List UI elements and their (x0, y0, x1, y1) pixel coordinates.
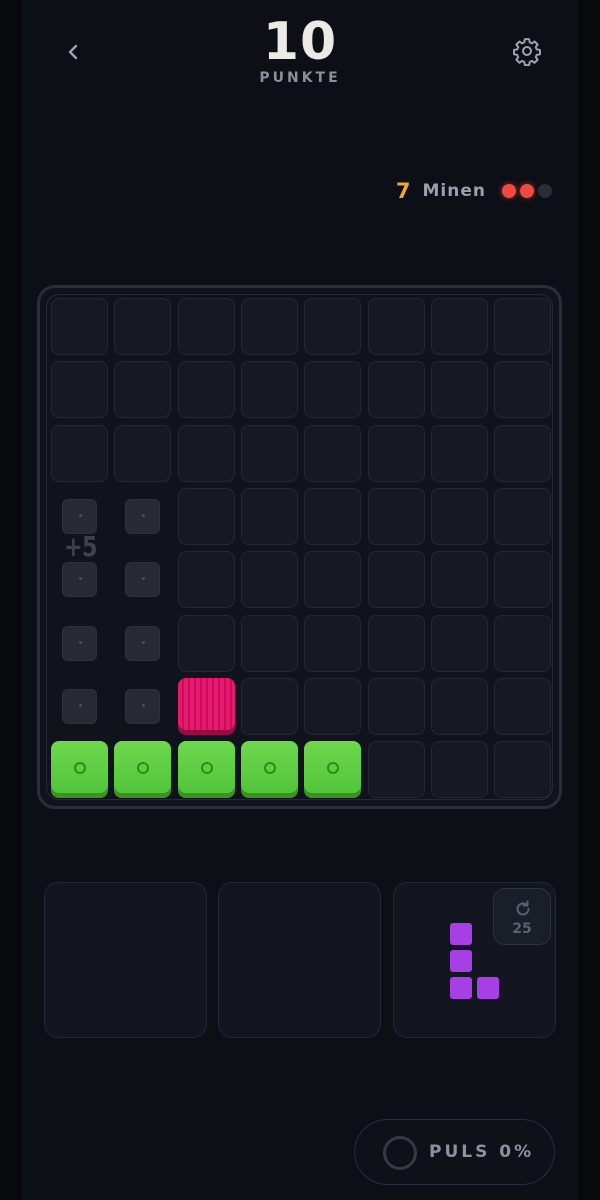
piece-slot-1[interactable] (44, 882, 207, 1038)
board-cell[interactable] (430, 424, 488, 482)
mine-cell[interactable] (51, 678, 108, 735)
board-cell[interactable] (177, 614, 235, 672)
pink-block[interactable] (177, 677, 235, 735)
lives-indicator (502, 184, 556, 198)
green-block[interactable] (177, 741, 235, 799)
board-cell[interactable] (240, 361, 298, 419)
board-cell[interactable] (494, 551, 552, 609)
life-dot (520, 184, 534, 198)
green-block[interactable] (240, 741, 298, 799)
green-block[interactable] (114, 741, 172, 799)
game-board[interactable] (37, 285, 562, 809)
rotate-icon (516, 900, 530, 916)
mine-tile (125, 498, 161, 534)
board-cell[interactable] (494, 741, 552, 799)
board-cell[interactable] (430, 551, 488, 609)
rotate-button[interactable]: 25 (493, 888, 551, 945)
board-cell[interactable] (240, 298, 298, 355)
mine-tile (62, 498, 97, 534)
board-cell[interactable] (304, 487, 362, 545)
life-dot (538, 184, 552, 198)
board-cell[interactable] (240, 487, 298, 545)
mines-label: Minen (422, 181, 486, 201)
pulse-button[interactable]: PULS 0% (354, 1119, 555, 1185)
mine-tile (125, 625, 161, 661)
mine-tile (62, 688, 97, 724)
board-cell[interactable] (177, 361, 235, 419)
board-cell[interactable] (240, 551, 298, 609)
bonus-label: +5 (64, 530, 98, 563)
piece-block (450, 950, 472, 972)
board-cell[interactable] (367, 677, 425, 735)
board-cell[interactable] (51, 424, 108, 482)
board-cell[interactable] (494, 298, 552, 355)
green-block[interactable] (304, 741, 362, 799)
board-cell[interactable] (114, 424, 172, 482)
board-cell[interactable] (430, 677, 488, 735)
board-cell[interactable] (304, 614, 362, 672)
piece-block (450, 923, 472, 945)
piece-slot-3[interactable]: 25 (393, 882, 556, 1038)
board-cell[interactable] (304, 551, 362, 609)
piece-slot-2[interactable] (218, 882, 381, 1038)
board-cell[interactable] (367, 551, 425, 609)
board-cell[interactable] (114, 298, 172, 355)
board-cell[interactable] (177, 424, 235, 482)
mine-cell[interactable] (114, 678, 171, 735)
mine-cell[interactable] (51, 615, 108, 672)
board-cell[interactable] (367, 614, 425, 672)
board-cell[interactable] (177, 487, 235, 545)
mine-cell[interactable] (114, 615, 171, 672)
board-cell[interactable] (304, 677, 362, 735)
board-cell[interactable] (304, 424, 362, 482)
board-cell[interactable] (367, 487, 425, 545)
board-cell[interactable] (177, 298, 235, 355)
piece-block (450, 977, 472, 999)
board-cell[interactable] (367, 298, 425, 355)
green-block[interactable] (51, 741, 108, 799)
mines-indicator: 7 Minen (396, 176, 556, 206)
pulse-label: PULS 0% (429, 1142, 535, 1162)
board-cell[interactable] (494, 677, 552, 735)
board-cell[interactable] (240, 424, 298, 482)
board-cell[interactable] (494, 361, 552, 419)
board-cell[interactable] (367, 741, 425, 799)
board-cell[interactable] (240, 614, 298, 672)
mine-cell[interactable] (114, 551, 171, 608)
mines-count: 7 (395, 179, 411, 203)
board-cell[interactable] (51, 361, 108, 419)
life-dot (502, 184, 516, 198)
board-cell[interactable] (494, 614, 552, 672)
piece-block (477, 977, 499, 999)
board-cell[interactable] (51, 298, 108, 355)
rotate-count: 25 (512, 921, 532, 937)
mine-tile (125, 562, 161, 598)
board-cell[interactable] (304, 361, 362, 419)
mine-tile (62, 562, 97, 598)
board-cell[interactable] (114, 361, 172, 419)
board-cell[interactable] (494, 487, 552, 545)
settings-button[interactable] (504, 28, 550, 74)
gear-icon (513, 38, 541, 66)
board-cell[interactable] (240, 677, 298, 735)
board-cell[interactable] (430, 741, 488, 799)
board-cell[interactable] (430, 298, 488, 355)
board-cell[interactable] (430, 487, 488, 545)
pulse-ring-icon (383, 1136, 417, 1170)
board-cell[interactable] (367, 361, 425, 419)
board-cell[interactable] (177, 551, 235, 609)
mine-tile (62, 625, 97, 661)
board-cell[interactable] (430, 361, 488, 419)
mine-tile (125, 688, 161, 724)
board-cell[interactable] (430, 614, 488, 672)
board-cell[interactable] (494, 424, 552, 482)
board-cell[interactable] (304, 298, 362, 355)
board-cell[interactable] (367, 424, 425, 482)
mine-cell[interactable] (114, 488, 171, 545)
